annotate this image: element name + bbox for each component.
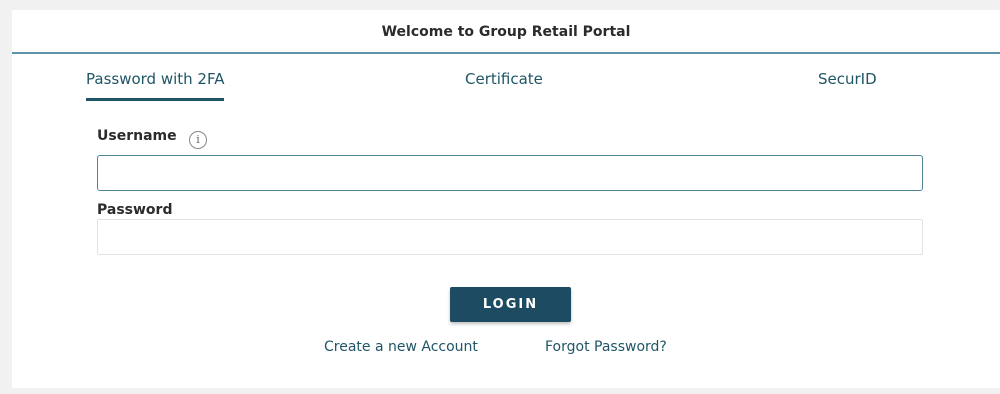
create-account-link[interactable]: Create a new Account [324, 339, 478, 355]
tab-password-with-2fa[interactable]: Password with 2FA [86, 68, 225, 101]
tab-securid[interactable]: SecurID [818, 68, 877, 98]
password-label: Password [97, 202, 173, 218]
username-label: Username [97, 128, 177, 144]
forgot-password-link[interactable]: Forgot Password? [545, 339, 667, 355]
password-input[interactable] [97, 219, 923, 255]
page-title: Welcome to Group Retail Portal [12, 10, 1000, 54]
info-icon[interactable]: i [189, 131, 207, 149]
tab-certificate[interactable]: Certificate [465, 68, 543, 98]
login-button[interactable]: LOGIN [450, 287, 571, 322]
username-input[interactable] [97, 155, 923, 191]
login-panel: Welcome to Group Retail Portal Password … [12, 10, 1000, 388]
